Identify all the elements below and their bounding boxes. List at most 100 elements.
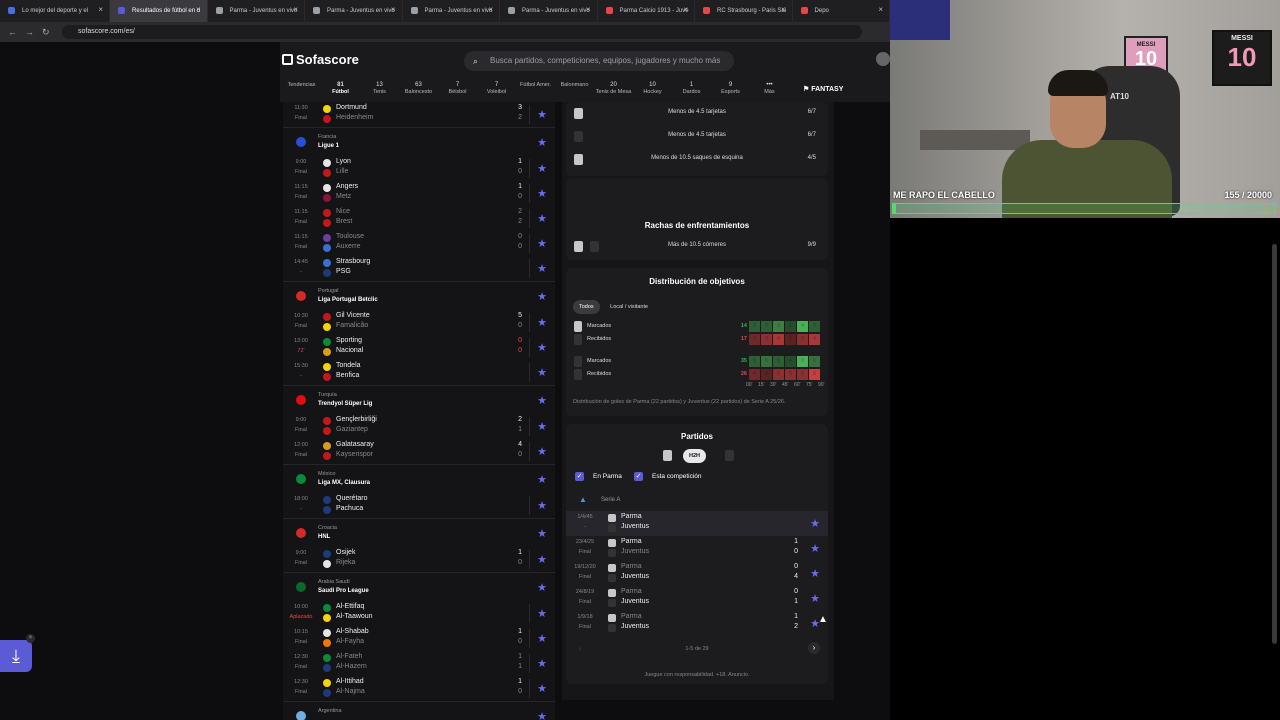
favorite-star-icon[interactable]: ★: [537, 366, 547, 379]
match-row[interactable]: 9:00 Final Gençlerbirliği Gaziantep 2 1 ★: [283, 414, 555, 439]
match-row[interactable]: 12:00 Final Galatasaray Kayserispor 4 0 ★: [283, 439, 555, 464]
favorite-star-icon[interactable]: ★: [810, 592, 820, 605]
browser-tab[interactable]: Depo ×: [793, 0, 891, 22]
favorite-star-icon[interactable]: ★: [537, 290, 547, 303]
favorite-star-icon[interactable]: ★: [537, 420, 547, 433]
match-row[interactable]: 11:15 Final Angers Metz 1 0 ★: [283, 181, 555, 206]
sport-tab[interactable]: Tendencias: [282, 82, 321, 102]
favorite-star-icon[interactable]: ★: [537, 682, 547, 695]
favorite-star-icon[interactable]: ★: [537, 657, 547, 670]
match-row[interactable]: 10:30 Final Gil Vicente Famalicão 5 0 ★: [283, 310, 555, 335]
match-row[interactable]: 12:30 Final Al-Fateh Al-Hazem 1 1 ★: [283, 651, 555, 676]
reload-icon[interactable]: ↻: [42, 27, 50, 38]
browser-tab[interactable]: Parma - Juventus en vivo ×: [305, 0, 403, 22]
close-tab-icon[interactable]: ×: [293, 5, 298, 14]
favorite-star-icon[interactable]: ★: [537, 237, 547, 250]
h2h-match-row[interactable]: 1/4/45 - Parma Juventus ★: [566, 511, 828, 536]
fantasy-link[interactable]: ⚑ FANTASY: [803, 85, 843, 93]
favorite-star-icon[interactable]: ★: [537, 445, 547, 458]
sofascore-logo[interactable]: Sofascore: [282, 52, 359, 67]
download-button[interactable]: ⤓: [0, 640, 32, 672]
browser-tab[interactable]: Parma - Juventus en vivo ×: [208, 0, 306, 22]
match-row[interactable]: 11:15 Final Nice Brest 2 2 ★: [283, 206, 555, 231]
league-name[interactable]: Ligue 1: [318, 143, 339, 149]
close-tab-icon[interactable]: ×: [196, 5, 201, 14]
sport-tab[interactable]: ••• Más: [750, 82, 789, 102]
favorite-star-icon[interactable]: ★: [537, 607, 547, 620]
browser-tab[interactable]: Parma Calcio 1913 - Juve ×: [598, 0, 696, 22]
sport-tab[interactable]: Balonmano: [555, 82, 594, 102]
favorite-star-icon[interactable]: ★: [537, 632, 547, 645]
back-icon[interactable]: ←: [8, 27, 17, 37]
url-field[interactable]: sofascore.com/es/: [62, 25, 862, 39]
match-row[interactable]: 13:00 72' Sporting Nacional 0 0 ★: [283, 335, 555, 360]
juventus-tab-icon[interactable]: [725, 450, 734, 461]
sport-tab[interactable]: Fútbol Amer.: [516, 82, 555, 102]
favorite-star-icon[interactable]: ★: [537, 394, 547, 407]
favorite-star-icon[interactable]: ★: [537, 710, 547, 720]
sport-tab[interactable]: 13 Tenis: [360, 82, 399, 102]
h2h-tab[interactable]: H2H: [683, 449, 707, 463]
match-row[interactable]: 10:15 Final Al-Shabab Al-Fayha 1 0 ★: [283, 626, 555, 651]
sport-tab[interactable]: 10 Hockey: [633, 82, 672, 102]
close-tab-icon[interactable]: ×: [781, 5, 786, 14]
h2h-match-row[interactable]: 19/12/20 Final Parma Juventus 0 4 ★: [566, 561, 828, 586]
h2h-match-row[interactable]: 24/8/19 Final Parma Juventus 0 1 ★: [566, 586, 828, 611]
league-name[interactable]: Liga Portugal Betclic: [318, 297, 378, 303]
next-page-button[interactable]: ›: [808, 642, 820, 654]
sport-tab[interactable]: 63 Baloncesto: [399, 82, 438, 102]
browser-tab[interactable]: Resultados de fútbol en d ×: [110, 0, 208, 22]
favorite-star-icon[interactable]: ★: [810, 542, 820, 555]
filter-home-away-pill[interactable]: Local / visitante: [604, 300, 654, 314]
favorite-star-icon[interactable]: ★: [537, 108, 547, 121]
esta-competicion-checkbox[interactable]: ✓: [634, 472, 643, 481]
league-name[interactable]: Saudi Pro League: [318, 588, 369, 594]
favorite-star-icon[interactable]: ★: [537, 316, 547, 329]
favorite-star-icon[interactable]: ★: [810, 517, 820, 530]
close-tab-icon[interactable]: ×: [98, 5, 103, 14]
close-tab-icon[interactable]: ×: [586, 5, 591, 14]
favorite-star-icon[interactable]: ★: [537, 187, 547, 200]
favorite-star-icon[interactable]: ★: [537, 162, 547, 175]
match-row[interactable]: 14:45 - Strasbourg PSG ★: [283, 256, 555, 281]
close-tab-icon[interactable]: ×: [683, 5, 688, 14]
sport-tab[interactable]: 20 Tenis de Mesa: [594, 82, 633, 102]
league-name[interactable]: HNL: [318, 534, 330, 540]
close-tab-icon[interactable]: ×: [391, 5, 396, 14]
browser-tab[interactable]: Parma - Juventus en vivo ×: [403, 0, 501, 22]
user-avatar[interactable]: [876, 52, 890, 66]
page-scrollbar[interactable]: [1272, 244, 1277, 644]
en-parma-checkbox[interactable]: ✓: [575, 472, 584, 481]
browser-tab[interactable]: Parma - Juventus en vivo ×: [500, 0, 598, 22]
sport-tab[interactable]: 9 Esports: [711, 82, 750, 102]
league-name[interactable]: Liga MX, Clausura: [318, 480, 370, 486]
favorite-star-icon[interactable]: ★: [537, 553, 547, 566]
parma-tab-icon[interactable]: [663, 450, 672, 461]
forward-icon[interactable]: →: [25, 27, 34, 37]
browser-tab[interactable]: RC Strasbourg - Paris Sai ×: [695, 0, 793, 22]
favorite-star-icon[interactable]: ★: [537, 341, 547, 354]
league-name[interactable]: Trendyol Süper Lig: [318, 401, 372, 407]
favorite-star-icon[interactable]: ★: [537, 527, 547, 540]
close-download-icon[interactable]: ×: [26, 634, 35, 643]
favorite-star-icon[interactable]: ★: [537, 262, 547, 275]
match-row[interactable]: 10:00 Aplazado Al-Ettifaq Al-Taawoun ★: [283, 601, 555, 626]
favorite-star-icon[interactable]: ★: [810, 567, 820, 580]
match-row[interactable]: 9:00 Final Lyon Lille 1 0 ★: [283, 156, 555, 181]
favorite-star-icon[interactable]: ★: [537, 581, 547, 594]
sport-tab[interactable]: 7 Béisbol: [438, 82, 477, 102]
match-row[interactable]: 9:00 Final Osijek Rijeka 1 0 ★: [283, 547, 555, 572]
match-row[interactable]: 15:30 - Tondela Benfica ★: [283, 360, 555, 385]
favorite-star-icon[interactable]: ★: [537, 499, 547, 512]
close-tab-icon[interactable]: ×: [878, 5, 883, 14]
sport-tab[interactable]: 7 Voleibol: [477, 82, 516, 102]
close-tab-icon[interactable]: ×: [488, 5, 493, 14]
favorite-star-icon[interactable]: ★: [537, 473, 547, 486]
browser-tab[interactable]: Lo mejor del deporte y el ×: [0, 0, 111, 22]
match-row[interactable]: 11:15 Final Toulouse Auxerre 0 0 ★: [283, 231, 555, 256]
favorite-star-icon[interactable]: ★: [537, 212, 547, 225]
match-row[interactable]: 11:30 Final Dortmund Heidenheim 3 2 ★: [283, 102, 555, 127]
sport-tab[interactable]: 81 Fútbol: [321, 82, 360, 102]
filter-all-pill[interactable]: Todos: [573, 300, 600, 314]
search-input[interactable]: ⌕ Busca partidos, competiciones, equipos…: [464, 51, 734, 71]
